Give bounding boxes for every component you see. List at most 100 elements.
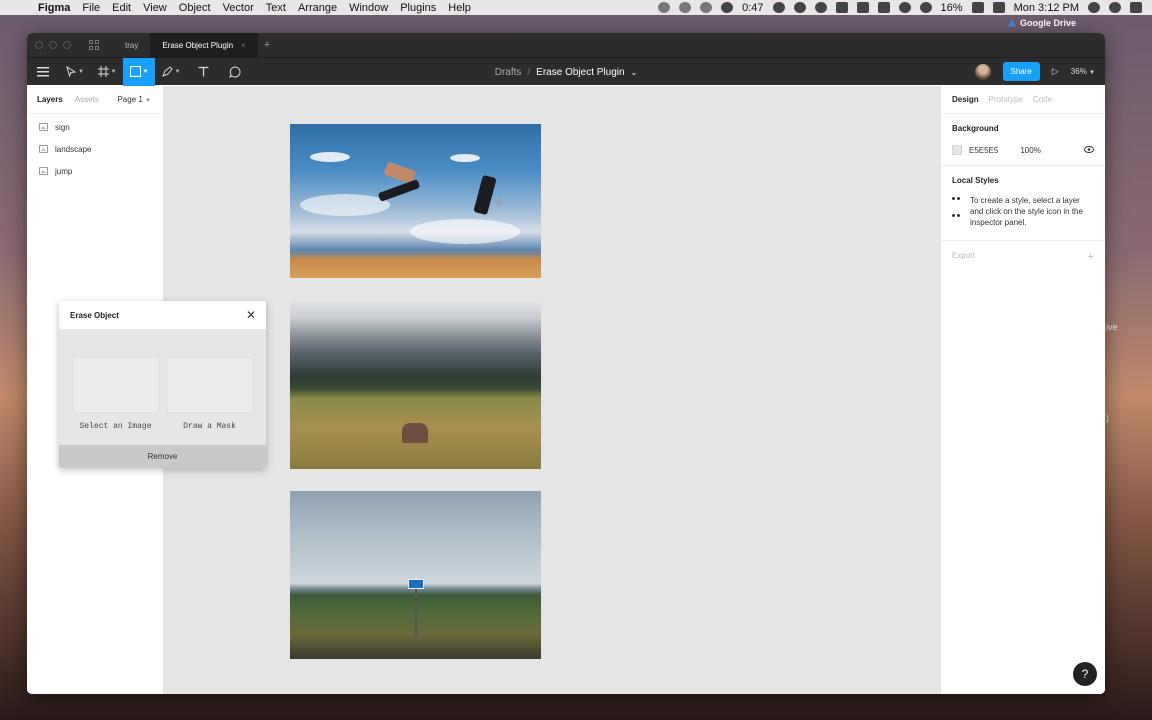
menu-text[interactable]: Text [266,2,294,14]
local-styles-hint: To create a style, select a layer and cl… [952,195,1094,228]
breadcrumb-drafts[interactable]: Drafts [495,67,522,78]
page-selector[interactable]: Page 1 ▼ [117,95,151,104]
background-opacity-input[interactable]: 100% [1020,146,1040,155]
timer-icon[interactable] [721,2,734,13]
file-browser-icon[interactable] [89,40,99,50]
menu-edit[interactable]: Edit [112,2,139,14]
select-image-slot[interactable]: Select an Image [72,357,159,445]
draw-mask-caption: Draw a Mask [183,422,236,431]
cloud-shape [300,194,390,216]
menu-help[interactable]: Help [448,2,479,14]
wifi-icon[interactable] [898,2,911,13]
tab-tray[interactable]: tray [113,33,150,57]
pen-icon [161,66,173,77]
spotlight-search-icon[interactable] [1088,2,1100,13]
draw-mask-slot[interactable]: Draw a Mask [166,357,253,445]
jumper-figure [377,179,421,202]
present-play-icon[interactable]: ▷ [1052,66,1059,77]
menu-vector[interactable]: Vector [223,2,262,14]
clock[interactable]: Mon 3:12 PM [1014,2,1079,14]
design-panel: Design Prototype Code Background E5E5E5 … [940,86,1105,694]
macos-menubar: Figma File Edit View Object Vector Text … [0,0,1152,15]
timer-text[interactable]: 0:47 [742,2,763,14]
chevron-down-icon: ▼ [145,98,151,104]
close-icon[interactable]: ✕ [246,308,256,322]
image-landscape[interactable] [290,301,541,469]
select-image-dropzone[interactable] [72,357,159,413]
menu-window[interactable]: Window [349,2,396,14]
text-tool-button[interactable] [187,58,219,86]
docker-icon[interactable] [814,2,827,13]
select-image-caption: Select an Image [79,422,152,431]
menu-arrange[interactable]: Arrange [298,2,345,14]
record-icon[interactable] [658,2,671,13]
cloud-shape [450,154,480,162]
battery-icon[interactable] [971,2,984,13]
battery-percent[interactable]: 16% [941,2,963,14]
maximize-window-button[interactable] [63,41,71,49]
rectangle-tool-button[interactable]: ▼ [123,57,155,86]
chevron-down-icon[interactable]: ⌄ [631,68,638,77]
screen-icon[interactable] [835,2,848,13]
menubar-status-area: 0:47 16% Mon 3:12 PM [658,2,1152,14]
layer-item-jump[interactable]: jump [27,160,163,182]
close-window-button[interactable] [35,41,43,49]
visibility-eye-icon[interactable] [1084,145,1094,155]
tab-design[interactable]: Design [952,95,979,104]
rectangle-icon [129,66,141,77]
image-sign[interactable] [290,491,541,659]
cloud-sync-icon[interactable] [700,2,713,13]
menu-plugins[interactable]: Plugins [400,2,444,14]
google-drive-text: Google Drive [1020,18,1077,28]
design-panel-tabs: Design Prototype Code [941,86,1105,114]
close-tab-icon[interactable]: × [241,41,246,50]
menu-file[interactable]: File [82,2,108,14]
new-tab-button[interactable]: + [258,39,270,51]
help-button[interactable]: ? [1073,662,1097,686]
canvas[interactable]: ✛ [164,86,940,694]
tab-layers[interactable]: Layers [37,95,63,104]
chevron-down-icon: ▼ [110,68,117,75]
tab-prototype[interactable]: Prototype [989,95,1023,104]
share-button[interactable]: Share [1002,62,1040,81]
tab-erase-object-plugin[interactable]: Erase Object Plugin × [150,33,258,57]
avatar[interactable] [974,63,991,80]
us-flag-icon[interactable] [992,2,1005,13]
tab-code[interactable]: Code [1033,95,1052,104]
pen-tool-button[interactable]: ▼ [155,58,187,86]
menu-app-figma[interactable]: Figma [38,2,78,14]
local-styles-section: Local Styles To create a style, select a… [941,166,1105,241]
notification-center-icon[interactable] [1130,2,1142,13]
add-export-plus-icon[interactable]: + [1088,251,1094,263]
tab-label: Erase Object Plugin [162,40,234,50]
image-jump[interactable]: ✛ [290,124,541,278]
tab-assets[interactable]: Assets [75,95,99,104]
volume-icon[interactable] [919,2,932,13]
keyboard-icon[interactable] [877,2,890,13]
menu-object[interactable]: Object [179,2,219,14]
google-drive-icon [1008,19,1016,27]
siri-icon[interactable] [1109,2,1121,13]
cloud-icon[interactable] [772,2,785,13]
background-hex-input[interactable]: E5E5E5 [969,146,998,155]
main-menu-button[interactable] [27,58,59,86]
status-icon[interactable] [679,2,692,13]
remove-button[interactable]: Remove [59,445,266,468]
move-tool-button[interactable]: ▼ [59,58,91,86]
zoom-dropdown[interactable]: 36% ▼ [1071,67,1095,76]
draw-mask-canvas[interactable] [166,357,253,413]
layer-item-landscape[interactable]: landscape [27,138,163,160]
circle-icon[interactable] [793,2,806,13]
text-input-icon[interactable] [856,2,869,13]
toolbar: ▼ ▼ ▼ ▼ Drafts / Erase Object Plugin ⌄ S… [27,57,1105,86]
cloud-shape [410,219,520,244]
background-section: Background E5E5E5 100% [941,114,1105,166]
menu-view[interactable]: View [143,2,175,14]
chevron-down-icon: ▼ [1089,70,1095,76]
file-name[interactable]: Erase Object Plugin [536,67,624,78]
background-color-swatch[interactable] [952,145,962,155]
comment-tool-button[interactable] [219,58,251,86]
minimize-window-button[interactable] [49,41,57,49]
layer-item-sign[interactable]: sign [27,116,163,138]
frame-tool-button[interactable]: ▼ [91,58,123,86]
